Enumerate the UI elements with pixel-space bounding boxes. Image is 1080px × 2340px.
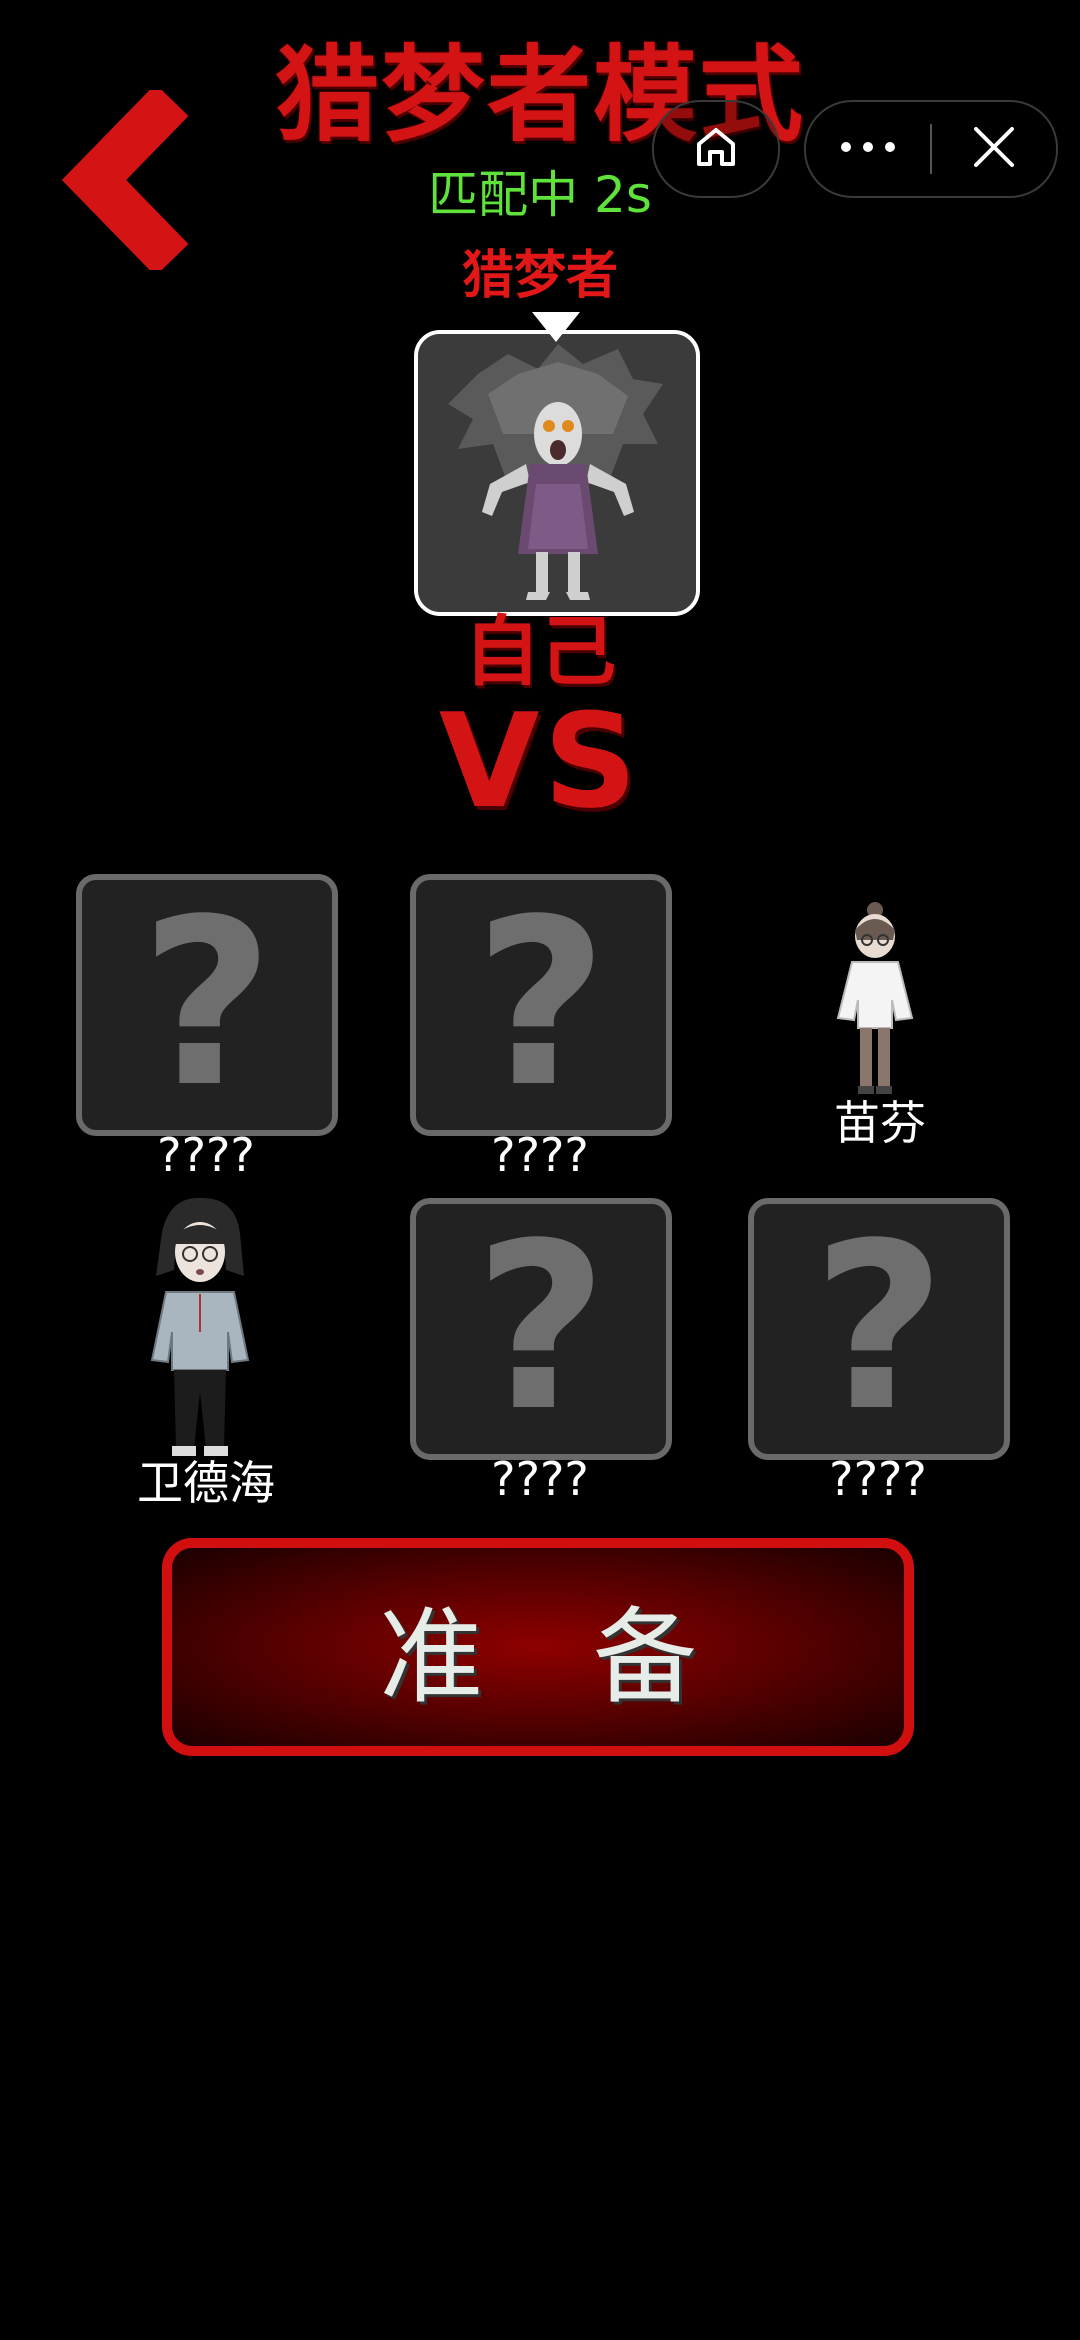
boy-character-icon [150, 1197, 250, 1456]
player-slot-5[interactable]: ? [410, 1198, 672, 1460]
versus-label: VS [438, 685, 642, 837]
player-name: ???? [491, 1128, 589, 1182]
more-button[interactable] [806, 102, 930, 196]
ghost-girl-icon [418, 334, 696, 612]
player-name: 卫德海 [137, 1456, 275, 1510]
hunter-role-label: 猎梦者 [461, 246, 618, 306]
player-name: ???? [157, 1128, 255, 1182]
question-mark-icon: ? [140, 871, 274, 1138]
hunter-avatar-card[interactable] [414, 330, 700, 616]
player-slot-6[interactable]: ? [748, 1198, 1010, 1460]
player-slot-2[interactable]: ? [410, 874, 672, 1136]
more-dots-icon [838, 139, 898, 159]
ready-button[interactable]: 准备 [162, 1538, 914, 1756]
question-mark-icon: ? [474, 871, 608, 1138]
game-screen: 猎梦者模式 匹配中 2s 猎梦者 自己 VS ? ???? ? ???? 苗芬 … [0, 0, 1080, 2340]
close-button[interactable] [932, 102, 1056, 196]
player-slot-1[interactable]: ? [76, 874, 338, 1136]
question-mark-icon: ? [474, 1195, 608, 1462]
self-label: 自己 [464, 607, 616, 696]
player-slot-3[interactable] [830, 900, 920, 1104]
ready-button-label: 准备 [378, 1595, 807, 1718]
home-button[interactable] [652, 100, 780, 198]
player-name: 苗芬 [834, 1096, 926, 1150]
triangle-down-icon [532, 312, 580, 342]
capsule-menu [804, 100, 1058, 198]
player-slot-4[interactable] [140, 1192, 260, 1466]
player-name: ???? [491, 1452, 589, 1506]
home-icon [691, 122, 741, 176]
girl-character-icon [836, 902, 914, 1094]
close-icon [972, 125, 1016, 173]
question-mark-icon: ? [812, 1195, 946, 1462]
player-name: ???? [829, 1452, 927, 1506]
